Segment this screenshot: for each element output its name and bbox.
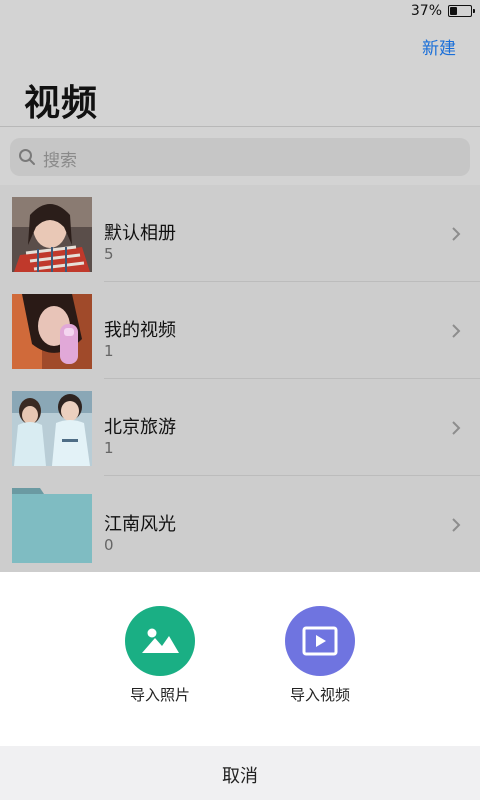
- album-item-beijing-travel[interactable]: 北京旅游 1: [0, 379, 480, 476]
- battery-icon: [448, 5, 475, 17]
- battery-level: [450, 7, 457, 15]
- import-video-label: 导入视频: [289, 686, 350, 704]
- search-area: 搜索: [0, 127, 480, 185]
- chevron-right-icon: [452, 518, 461, 532]
- chevron-right-icon: [452, 227, 461, 241]
- album-name: 江南风光: [104, 514, 176, 535]
- import-action-sheet: 导入照片 导入视频: [0, 572, 480, 746]
- album-count: 1: [104, 342, 114, 360]
- chevron-right-icon: [452, 324, 461, 338]
- page-title: 视频: [24, 83, 99, 124]
- import-photo-label: 导入照片: [129, 686, 190, 704]
- album-thumbnail: [12, 294, 92, 369]
- import-photo-button[interactable]: 导入照片: [100, 606, 220, 705]
- status-bar: 37%: [0, 0, 480, 24]
- album-list: 默认相册 5 我的视频 1 北京旅游 1 江南风光 0: [0, 185, 480, 572]
- album-name: 我的视频: [104, 320, 176, 341]
- import-photo-icon: [125, 606, 195, 676]
- album-count: 1: [104, 439, 114, 457]
- cancel-label: 取消: [222, 766, 258, 787]
- album-count: 0: [104, 536, 114, 554]
- search-placeholder: 搜索: [43, 151, 77, 171]
- album-name: 默认相册: [104, 223, 176, 244]
- album-thumbnail: [12, 391, 92, 466]
- album-name: 北京旅游: [104, 417, 176, 438]
- album-item-jiangnan-scenery[interactable]: 江南风光 0: [0, 476, 480, 572]
- album-item-my-videos[interactable]: 我的视频 1: [0, 282, 480, 379]
- import-video-icon: [285, 606, 355, 676]
- chevron-right-icon: [452, 421, 461, 435]
- cancel-button[interactable]: 取消: [0, 746, 480, 800]
- new-album-button[interactable]: 新建: [422, 34, 456, 59]
- search-input[interactable]: 搜索: [10, 138, 470, 176]
- folder-icon: [12, 488, 92, 563]
- battery-percentage: 37%: [410, 3, 442, 19]
- search-icon: [19, 149, 35, 165]
- album-count: 5: [104, 245, 114, 263]
- album-thumbnail: [12, 197, 92, 272]
- import-video-button[interactable]: 导入视频: [260, 606, 380, 705]
- album-item-default[interactable]: 默认相册 5: [0, 185, 480, 282]
